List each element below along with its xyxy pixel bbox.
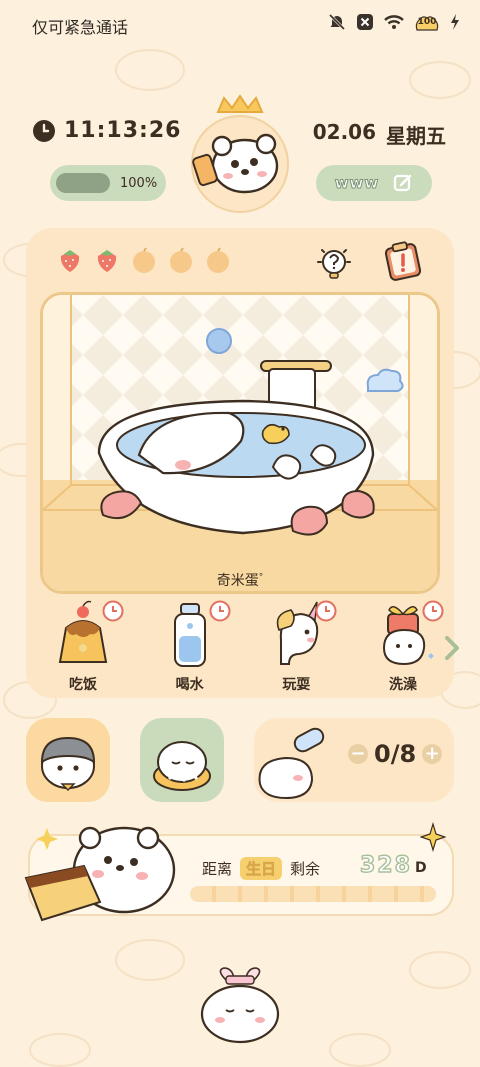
avatar-bear[interactable] xyxy=(190,94,290,214)
action-bath[interactable]: 洗澡 xyxy=(358,600,448,694)
action-play[interactable]: 玩耍 xyxy=(251,600,341,694)
strawberry-icon xyxy=(97,250,117,272)
timer-icon xyxy=(209,600,231,622)
orange-icon xyxy=(207,247,229,273)
sparkle-icon xyxy=(420,822,446,852)
birthday-tag: 生日 xyxy=(240,857,283,880)
link-label: www xyxy=(334,174,380,193)
countdown-suffix: 剩余 xyxy=(290,860,321,878)
hint-bulb-icon[interactable] xyxy=(314,242,354,282)
bath-scene-illustration xyxy=(43,295,437,591)
clock-icon xyxy=(33,119,55,142)
date: 02.06 星期五 xyxy=(313,120,446,149)
countdown-days: 328 D xyxy=(359,852,427,878)
penguin-icon xyxy=(40,736,96,791)
sleeping-bear-tile[interactable] xyxy=(140,718,224,802)
charging-icon xyxy=(451,14,459,30)
battery-level: 100 xyxy=(417,17,437,27)
days-number: 328 xyxy=(359,852,412,878)
pet-name: 奇米蛋° xyxy=(0,570,480,590)
action-label: 喝水 xyxy=(175,677,204,693)
next-arrow-icon[interactable] xyxy=(442,634,462,662)
countdown-caption: 距离 生日 剩余 xyxy=(202,857,320,880)
status-icons: 100 xyxy=(328,12,460,32)
strawberry-icon xyxy=(60,250,80,272)
action-icon-wrap xyxy=(38,600,128,670)
orange-icon xyxy=(133,247,155,273)
action-drink[interactable]: 喝水 xyxy=(145,600,235,694)
action-icon-wrap xyxy=(358,600,448,670)
progress-pill: 100% xyxy=(50,165,166,201)
action-icon-wrap xyxy=(251,600,341,670)
weekday-text: 星期五 xyxy=(386,124,446,148)
battery-icon: 100 xyxy=(414,12,440,32)
orange-icon xyxy=(170,247,192,273)
action-icon-wrap xyxy=(145,600,235,670)
pet-name-mark: ° xyxy=(258,572,264,583)
timer-icon xyxy=(422,600,444,622)
bottom-bear-icon[interactable] xyxy=(190,966,290,1046)
increment-button[interactable]: + xyxy=(422,744,443,764)
pet-scene[interactable] xyxy=(40,292,440,594)
decrement-button[interactable]: − xyxy=(348,744,368,764)
countdown-prefix: 距离 xyxy=(202,860,233,878)
progress-fill xyxy=(56,173,110,193)
timer-icon xyxy=(102,600,124,622)
water-count: 0/8 xyxy=(374,740,417,768)
care-actions: 吃饭 喝水 玩耍 洗澡 xyxy=(38,600,448,694)
action-label: 玩耍 xyxy=(282,677,311,693)
progress-label: 100% xyxy=(120,175,158,191)
link-pill[interactable]: www xyxy=(316,165,432,201)
time-text: 11:13:26 xyxy=(64,118,182,143)
fruit-tokens xyxy=(56,246,232,274)
mute-icon xyxy=(328,13,346,31)
water-counter: − 0/8 + xyxy=(348,740,443,768)
timer-icon xyxy=(315,600,337,622)
penguin-tile[interactable] xyxy=(26,718,110,802)
no-sim-icon xyxy=(357,14,373,30)
bear-with-cake-icon xyxy=(24,826,176,922)
action-eat[interactable]: 吃饭 xyxy=(38,600,128,694)
clock: 11:13:26 xyxy=(32,118,181,143)
progress-bar xyxy=(56,173,110,193)
action-label: 吃饭 xyxy=(69,677,97,693)
days-unit: D xyxy=(414,860,427,876)
action-label: 洗澡 xyxy=(388,677,417,693)
edit-icon[interactable] xyxy=(393,173,413,193)
carrier-status: 仅可紧急通话 xyxy=(32,18,129,37)
date-text: 02.06 xyxy=(312,120,376,144)
pet-name-text: 奇米蛋 xyxy=(216,573,259,589)
countdown-bar xyxy=(190,886,436,902)
drinking-bear-icon xyxy=(258,727,325,800)
wifi-icon xyxy=(384,15,404,29)
notice-clipboard-icon[interactable] xyxy=(382,240,424,282)
sleeping-bear-icon xyxy=(153,741,211,791)
